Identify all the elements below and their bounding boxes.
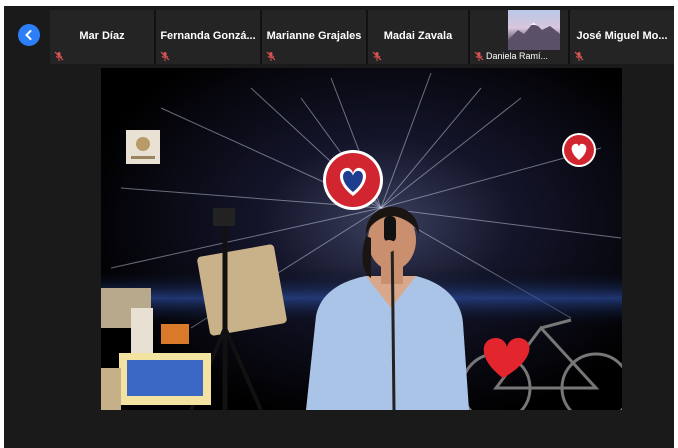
chevron-left-icon [25,30,32,40]
speaker-video-frame [101,68,622,410]
participant-tile[interactable]: Fernanda Gonzá... [156,10,262,64]
active-speaker-video[interactable] [101,68,622,410]
participant-name: Marianne Grajales [266,30,362,42]
sponsor-logo [126,130,160,164]
un-dia-para-dar-small-logo [562,133,596,167]
meeting-window: Mar Díaz Fernanda Gonzá... Marianne Graj… [4,6,674,448]
participant-tile[interactable]: Madai Zavala [368,10,470,64]
participant-strip: Mar Díaz Fernanda Gonzá... Marianne Graj… [4,6,674,64]
mic-off-icon [160,51,170,61]
participant-tile[interactable]: Marianne Grajales [262,10,368,64]
mic-off-icon [372,51,382,61]
participant-name: Daniela Ramí... [486,51,549,61]
participant-video-thumbnail [508,10,560,50]
previous-page-button[interactable] [18,24,40,46]
participant-name: Fernanda Gonzá... [160,30,256,42]
bottom-bar [4,412,674,448]
participant-name: Madai Zavala [383,30,453,42]
participant-tile[interactable]: Mar Díaz [50,10,156,64]
mic-off-icon [574,51,584,61]
un-dia-para-dar-logo [323,150,383,210]
mic-off-icon [474,51,484,61]
participant-name: Mar Díaz [79,30,125,42]
mic-off-icon [54,51,64,61]
mic-off-icon [266,51,276,61]
participant-tile-video[interactable]: Daniela Ramí... [470,10,570,64]
participant-tile[interactable]: José Miguel Mo... [570,10,674,64]
participant-name: José Miguel Mo... [576,30,668,42]
